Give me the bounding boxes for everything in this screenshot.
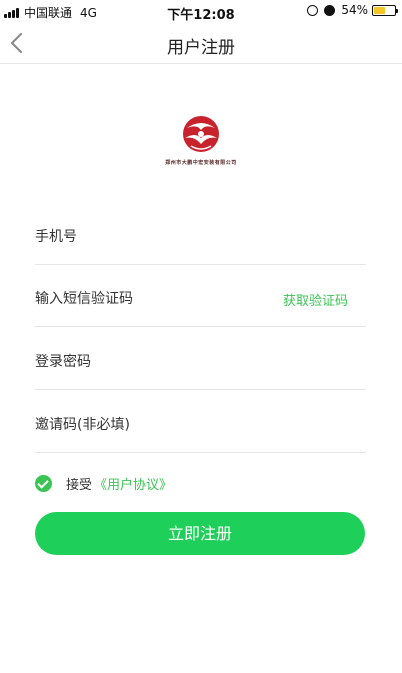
invite-code-input[interactable] [35, 414, 265, 436]
sms-code-row: 获取验证码 [35, 265, 366, 327]
phone-input[interactable] [35, 226, 265, 248]
sms-code-input[interactable] [35, 288, 265, 310]
agree-label: 接受 [66, 477, 93, 493]
agree-checkbox[interactable] [35, 474, 52, 492]
password-input[interactable] [35, 351, 265, 373]
rotation-lock-icon [307, 4, 319, 16]
company-logo: 郑州市大鹏中宏安装有限公司 [161, 110, 241, 172]
agreement-row: 接受 《用户协议》 [35, 474, 172, 493]
battery-icon [372, 4, 398, 16]
logo-caption: 郑州市大鹏中宏安装有限公司 [165, 160, 237, 166]
user-agreement-link[interactable]: 《用户协议》 [94, 474, 172, 493]
battery-fill [374, 6, 385, 14]
status-right: 54% [307, 3, 398, 17]
invite-code-row [35, 391, 366, 453]
battery-percent: 54% [341, 3, 368, 17]
register-button[interactable]: 立即注册 [35, 512, 365, 555]
alarm-icon [324, 4, 336, 16]
get-code-button[interactable]: 获取验证码 [283, 290, 348, 309]
password-row [35, 328, 366, 390]
page-title: 用户注册 [167, 38, 235, 58]
nav-bar: 用户注册 [0, 22, 402, 64]
phone-row [35, 203, 366, 265]
logo-emblem-icon [183, 116, 219, 152]
status-bar: 中国联通 4G 下午12:08 54% [0, 0, 402, 23]
